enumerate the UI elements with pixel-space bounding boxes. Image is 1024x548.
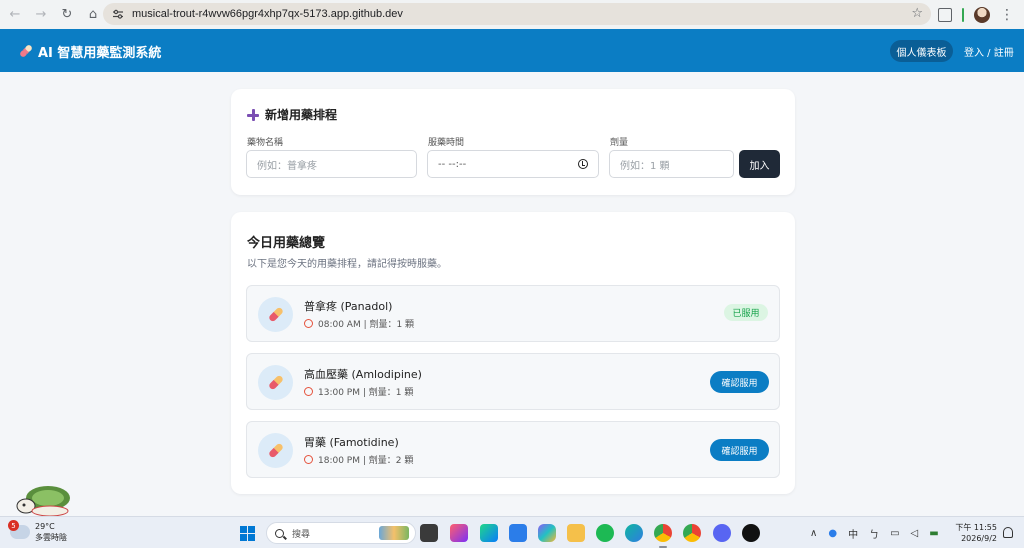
browser-actions: ⋮ <box>938 0 1024 29</box>
address-bar[interactable]: musical-trout-r4wvw66pgr4xhp7qx-5173.app… <box>103 3 931 25</box>
home-icon[interactable]: ⌂ <box>82 4 104 26</box>
add-medication-card: 新增用藥排程 藥物名稱 例如：普拿疼 服藥時間 -- --:-- 劑量 例如：1… <box>231 89 795 195</box>
taskbar-search-placeholder: 搜尋 <box>292 529 311 540</box>
file-explorer-icon[interactable] <box>567 524 585 542</box>
pill-icon <box>258 365 293 400</box>
jetbrains-app-icon[interactable] <box>450 524 468 542</box>
dose-time-label: 服藥時間 <box>428 138 465 148</box>
system-tray: ∧ ● 中 ㄅ ▭ ◁ ▬ <box>810 517 939 548</box>
volume-icon[interactable]: ◁ <box>911 528 919 539</box>
ime-indicator[interactable]: 中 <box>848 526 858 541</box>
medication-row: 胃藥 (Famotidine) 18:00 PM | 劑量：2 顆 確認服用 <box>246 421 780 478</box>
medication-name: 胃藥 (Famotidine) <box>304 436 399 449</box>
chevron-up-icon[interactable]: ∧ <box>810 528 817 539</box>
dosage-label: 劑量 <box>610 138 629 148</box>
desktop-pet-widget[interactable] <box>14 484 76 516</box>
dose-time-input[interactable]: -- --:-- <box>427 150 599 178</box>
photos-app-icon[interactable] <box>509 524 527 542</box>
chatgpt-icon[interactable] <box>742 524 760 542</box>
app-title[interactable]: AI 智慧用藥監測系統 <box>38 42 161 61</box>
taken-status-badge: 已服用 <box>724 304 768 321</box>
dosage-placeholder: 例如：1 顆 <box>620 160 670 172</box>
copilot-icon[interactable] <box>538 524 556 542</box>
taskbar-search[interactable]: 搜尋 <box>266 522 416 544</box>
windows-taskbar: 5 29°C 多雲時陰 搜尋 ∧ ● 中 ㄅ ▭ ◁ ▬ 下午 11:55 20… <box>0 516 1024 548</box>
medication-name-label: 藥物名稱 <box>247 138 284 148</box>
today-medications-card: 今日用藥總覽 以下是您今天的用藥排程，請記得按時服藥。 普拿疼 (Panadol… <box>231 212 795 494</box>
medication-name-placeholder: 例如：普拿疼 <box>257 160 317 172</box>
search-icon <box>275 528 284 538</box>
weather-description: 多雲時陰 <box>35 533 67 542</box>
profile-avatar[interactable] <box>974 6 990 23</box>
back-arrow-icon[interactable]: ← <box>4 4 26 26</box>
battery-icon[interactable]: ▬ <box>929 528 938 539</box>
alarm-clock-icon <box>304 455 313 464</box>
url-text: musical-trout-r4wvw66pgr4xhp7qx-5173.app… <box>132 8 403 20</box>
bookmark-star-icon[interactable]: ☆ <box>911 6 923 21</box>
medication-time-dose: 13:00 PM | 劑量：1 顆 <box>318 388 414 398</box>
notification-bell-icon[interactable] <box>1003 527 1013 538</box>
medication-row: 普拿疼 (Panadol) 08:00 AM | 劑量：1 顆 已服用 <box>246 285 780 342</box>
clock-date: 2026/9/2 <box>961 534 997 543</box>
clock-icon[interactable] <box>578 159 588 169</box>
medication-name: 高血壓藥 (Amlodipine) <box>304 368 422 381</box>
windows-start-icon[interactable] <box>240 526 255 541</box>
login-register-link[interactable]: 登入 / 註冊 <box>964 44 1014 59</box>
browser-toolbar: ← → ↻ ⌂ musical-trout-r4wvw66pgr4xhp7qx-… <box>0 0 1024 29</box>
forward-arrow-icon[interactable]: → <box>30 4 52 26</box>
taskbar-clock[interactable]: 下午 11:55 2026/9/2 <box>955 522 997 544</box>
plus-icon <box>247 108 259 121</box>
dosage-input[interactable]: 例如：1 顆 <box>609 150 734 178</box>
alarm-clock-icon <box>304 319 313 328</box>
medication-meta: 08:00 AM | 劑量：1 顆 <box>304 317 414 330</box>
pill-icon <box>258 297 293 332</box>
add-medication-heading: 新增用藥排程 <box>247 106 337 123</box>
discord-icon[interactable] <box>713 524 731 542</box>
medication-meta: 13:00 PM | 劑量：1 顆 <box>304 385 413 398</box>
extensions-icon[interactable] <box>938 7 952 22</box>
jetbrains-ide-icon[interactable] <box>480 524 498 542</box>
cloud-icon: 5 <box>8 520 30 539</box>
search-highlight-image <box>379 526 409 540</box>
medication-name-input[interactable]: 例如：普拿疼 <box>246 150 417 178</box>
chrome-icon[interactable] <box>654 524 672 542</box>
clock-time: 下午 11:55 <box>955 523 997 532</box>
edge-browser-icon[interactable] <box>625 524 643 542</box>
add-medication-button[interactable]: 加入 <box>739 150 780 178</box>
reload-icon[interactable]: ↻ <box>56 4 78 26</box>
medication-meta: 18:00 PM | 劑量：2 顆 <box>304 453 413 466</box>
pill-logo-icon <box>20 45 32 57</box>
weather-temperature: 29°C <box>35 522 55 531</box>
task-view-icon[interactable] <box>420 524 438 542</box>
medication-time-dose: 18:00 PM | 劑量：2 顆 <box>318 456 414 466</box>
ime-mode-icon[interactable]: ㄅ <box>869 526 879 541</box>
medication-row: 高血壓藥 (Amlodipine) 13:00 PM | 劑量：1 顆 確認服用 <box>246 353 780 410</box>
medication-name: 普拿疼 (Panadol) <box>304 300 393 313</box>
site-settings-icon[interactable] <box>110 6 126 22</box>
pill-icon <box>258 433 293 468</box>
app-header: AI 智慧用藥監測系統 個人儀表板 登入 / 註冊 <box>0 29 1024 72</box>
add-medication-title: 新增用藥排程 <box>265 108 338 122</box>
today-title: 今日用藥總覽 <box>247 236 326 251</box>
divider <box>962 7 964 22</box>
browser-menu-icon[interactable]: ⋮ <box>1000 8 1014 22</box>
weather-widget[interactable]: 5 29°C 多雲時陰 <box>8 520 67 543</box>
dose-time-placeholder: -- --:-- <box>438 158 467 170</box>
confirm-taken-button[interactable]: 確認服用 <box>710 439 769 461</box>
confirm-taken-button[interactable]: 確認服用 <box>710 371 769 393</box>
today-subtitle: 以下是您今天的用藥排程，請記得按時服藥。 <box>247 259 447 270</box>
chrome-profile-icon[interactable] <box>683 524 701 542</box>
alarm-clock-icon <box>304 387 313 396</box>
spotify-icon[interactable] <box>596 524 614 542</box>
medication-time-dose: 08:00 AM | 劑量：1 顆 <box>318 320 415 330</box>
network-icon[interactable]: ▭ <box>890 528 899 539</box>
microphone-icon[interactable]: ● <box>828 528 837 539</box>
weather-badge: 5 <box>8 520 19 531</box>
dashboard-button[interactable]: 個人儀表板 <box>890 40 953 62</box>
